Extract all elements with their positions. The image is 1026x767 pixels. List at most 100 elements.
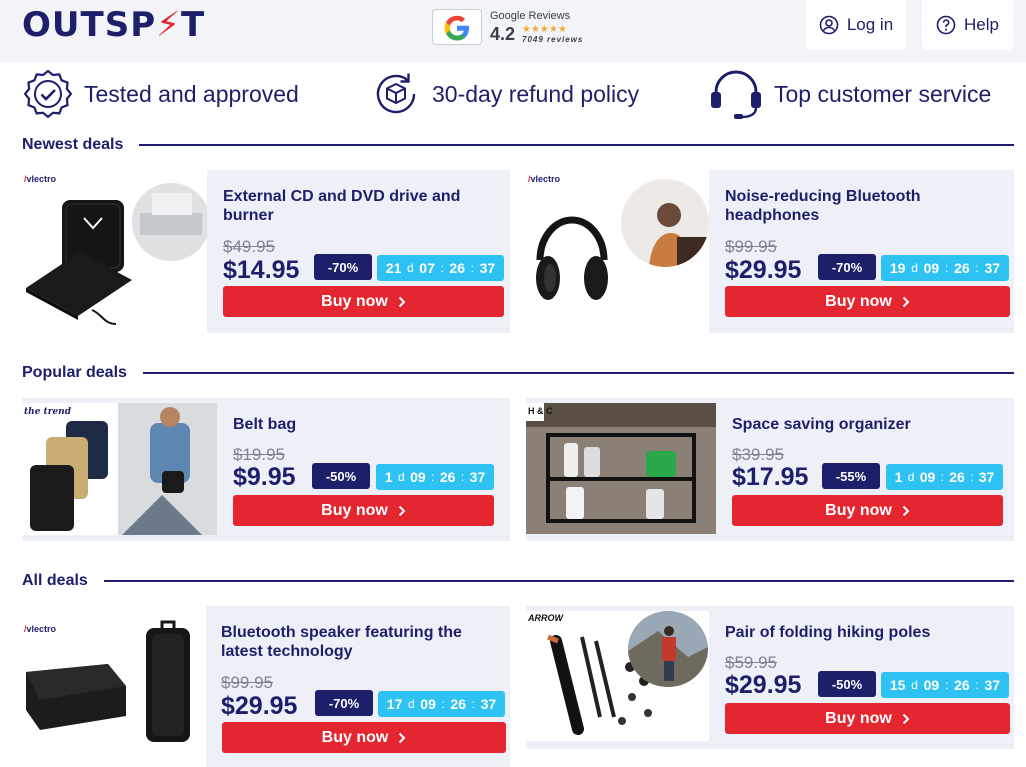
product-image-hiking-poles[interactable]: ARROW [526, 611, 709, 741]
old-price: $99.95 [221, 673, 273, 692]
trust-service: Top customer service [708, 66, 991, 122]
help-label: Help [964, 15, 999, 34]
product-image-speaker[interactable]: /vlectro [22, 606, 206, 767]
user-circle-icon [819, 15, 839, 35]
discount-badge: -70% [818, 254, 876, 280]
deal-card[interactable]: /vlectro Noise-reducing Bluetooth headph… [526, 170, 1014, 333]
product-image [30, 403, 217, 535]
old-price: $39.95 [732, 445, 784, 464]
login-label: Log in [846, 15, 894, 34]
countdown-timer: 15 d 09:26:37 [881, 672, 1009, 698]
countdown-timer: 21 d 07:26:37 [377, 255, 504, 281]
deal-title[interactable]: External CD and DVD drive and burner [223, 187, 493, 225]
product-image [26, 620, 190, 742]
refund-box-icon [376, 73, 416, 114]
product-image-organizer[interactable]: H & C [526, 403, 716, 534]
google-reviews-title: Google Reviews [490, 10, 571, 22]
old-price: $99.95 [725, 237, 777, 256]
deal-title[interactable]: Space saving organizer [732, 415, 1002, 434]
buy-label: Buy now [825, 501, 892, 519]
trust-label: 30-day refund policy [432, 80, 640, 107]
buy-label: Buy now [321, 292, 388, 310]
deal-title[interactable]: Belt bag [233, 415, 493, 434]
discount-badge: -55% [822, 463, 880, 489]
outspot-logo[interactable]: OUTSP⚡T [22, 8, 205, 42]
buy-label: Buy now [825, 709, 892, 727]
countdown-timer: 1 d 09:26:37 [376, 464, 494, 490]
countdown-timer: 17 d 09:26:37 [378, 691, 505, 717]
chevron-right-icon [902, 505, 910, 516]
deal-price: $14.95 [223, 256, 300, 284]
deal-price: $29.95 [221, 692, 298, 720]
discount-badge: -50% [312, 463, 370, 489]
deal-card[interactable]: ARROW Pair of folding hiking poles $59.9… [526, 606, 1014, 749]
help-button[interactable]: Help [922, 0, 1013, 50]
deal-card[interactable]: the trend Belt bag $19.95 $9.95 -50% 1d0… [22, 398, 510, 541]
trust-label: Top customer service [774, 80, 992, 107]
countdown-timer: 19 d 09:26:37 [881, 255, 1009, 281]
section-divider [103, 580, 1014, 582]
help-circle-icon [936, 15, 956, 35]
google-badge [432, 9, 482, 45]
product-image-belt-bag[interactable]: the trend [22, 403, 217, 535]
product-image-cd-drive[interactable]: /vlectro [22, 170, 207, 333]
deal-title[interactable]: Noise-reducing Bluetooth headphones [725, 187, 995, 225]
login-button[interactable]: Log in [806, 0, 906, 50]
deal-price: $29.95 [725, 671, 802, 699]
brand-logo: H & C [528, 406, 553, 416]
section-popular-deals: Popular deals [22, 363, 1014, 383]
buy-now-button[interactable]: Buy now [233, 495, 494, 526]
section-title: All deals [22, 572, 88, 589]
discount-badge: -70% [315, 690, 373, 716]
old-price: $49.95 [223, 237, 275, 256]
chevron-right-icon [902, 296, 910, 307]
countdown-timer: 1 d 09:26:37 [886, 464, 1003, 490]
section-all-deals: All deals [22, 571, 1014, 591]
buy-label: Buy now [321, 728, 389, 746]
deal-card[interactable]: /vlectro Bluetooth speaker featuring the… [22, 606, 510, 767]
product-image [526, 403, 716, 534]
section-title: Popular deals [22, 364, 127, 381]
buy-now-button[interactable]: Buy now [732, 495, 1003, 526]
trust-refund: 30-day refund policy [370, 66, 639, 122]
section-newest-deals: Newest deals [22, 135, 1014, 155]
deal-card[interactable]: H & C Space saving organizer $39.95 $17.… [526, 398, 1014, 541]
review-count: 7049 reviews [522, 35, 584, 44]
lifestyle-photo [621, 179, 709, 267]
deal-title[interactable]: Pair of folding hiking poles [725, 623, 1000, 642]
rating-stars-icon: ★★★★★ [522, 24, 567, 35]
google-g-icon [444, 15, 469, 41]
deal-title[interactable]: Bluetooth speaker featuring the latest t… [221, 623, 496, 661]
chevron-right-icon [398, 296, 406, 307]
buy-now-button[interactable]: Buy now [223, 286, 504, 317]
buy-label: Buy now [321, 501, 388, 519]
deal-price: $17.95 [732, 463, 809, 491]
buy-now-button[interactable]: Buy now [222, 722, 506, 753]
discount-badge: -70% [314, 254, 372, 280]
section-divider [139, 144, 1014, 146]
old-price: $59.95 [725, 653, 777, 672]
discount-badge: -50% [818, 671, 876, 697]
section-divider [142, 372, 1014, 374]
section-title: Newest deals [22, 136, 124, 153]
site-header: OUTSP⚡T Google Reviews 4.2 ★★★★★ 7049 re… [0, 0, 1026, 62]
badge-check-icon [23, 69, 73, 119]
deal-card[interactable]: /vlectro External CD and DVD drive and b… [22, 170, 510, 333]
google-score: 4.2 [490, 24, 516, 44]
lifestyle-photo [628, 611, 708, 687]
trust-tested: Tested and approved [22, 66, 299, 122]
buy-label: Buy now [825, 292, 892, 310]
headset-icon [711, 70, 761, 119]
old-price: $19.95 [233, 445, 285, 464]
buy-now-button[interactable]: Buy now [725, 703, 1010, 734]
chevron-right-icon [902, 713, 910, 724]
deal-price: $9.95 [233, 463, 296, 491]
chevron-right-icon [398, 505, 406, 516]
deal-price: $29.95 [725, 256, 802, 284]
lifestyle-photo [132, 183, 207, 261]
buy-now-button[interactable]: Buy now [725, 286, 1010, 317]
chevron-right-icon [399, 732, 406, 743]
trust-label: Tested and approved [84, 80, 299, 107]
product-image-headphones[interactable]: /vlectro [526, 170, 709, 333]
google-reviews-widget[interactable]: Google Reviews 4.2 ★★★★★ 7049 reviews [432, 7, 592, 47]
